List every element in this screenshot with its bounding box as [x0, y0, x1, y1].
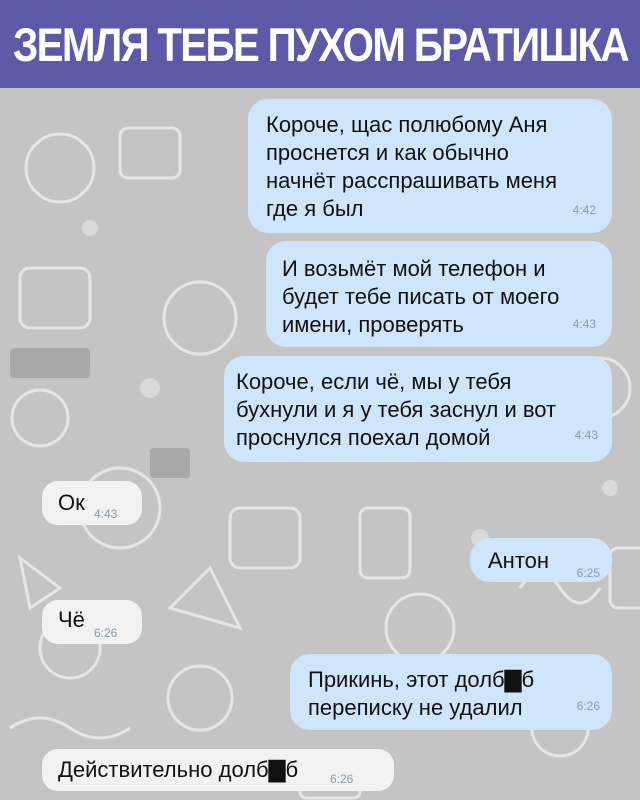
meme-header: ЗЕМЛЯ ТЕБЕ ПУХОМ БРАТИШКА — [0, 0, 640, 88]
message-time: 6:26 — [330, 772, 354, 786]
message-outgoing-4[interactable]: Антон 6:25 — [470, 538, 612, 582]
message-text: Прикинь, этот долб▇б переписку не удалил — [308, 667, 535, 720]
message-outgoing-3[interactable]: Короче, если чё, мы у тебя бухнули и я у… — [224, 356, 612, 462]
message-incoming-1[interactable]: Ок 4:43 — [42, 481, 142, 525]
message-time: 4:42 — [572, 203, 596, 217]
header-title: ЗЕМЛЯ ТЕБЕ ПУХОМ БРАТИШКА — [12, 17, 630, 71]
message-text: Короче, если чё, мы у тебя бухнули и я у… — [236, 369, 557, 450]
message-time: 4:43 — [572, 317, 596, 331]
message-incoming-3[interactable]: Действительно долб▇б 6:26 — [42, 749, 394, 791]
message-outgoing-1[interactable]: Короче, щас полюбому Аня проснется и как… — [248, 99, 612, 233]
message-outgoing-2[interactable]: И возьмёт мой телефон и будет тебе писат… — [266, 241, 612, 347]
message-time: 4:43 — [94, 507, 118, 521]
message-text: И возьмёт мой телефон и будет тебе писат… — [282, 256, 560, 337]
message-incoming-2[interactable]: Чё 6:26 — [42, 600, 142, 644]
message-outgoing-5[interactable]: Прикинь, этот долб▇б переписку не удалил… — [290, 654, 612, 730]
message-time: 6:26 — [576, 699, 600, 713]
message-text: Короче, щас полюбому Аня проснется и как… — [266, 112, 557, 221]
message-time: 6:25 — [576, 566, 600, 580]
message-time: 6:26 — [94, 626, 118, 640]
message-time: 4:43 — [574, 428, 598, 442]
